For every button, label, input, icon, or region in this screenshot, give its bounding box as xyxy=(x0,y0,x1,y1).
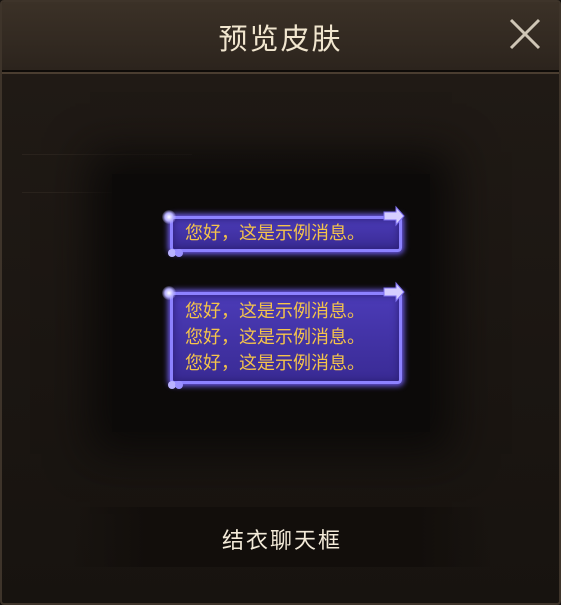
sparkle-icon xyxy=(162,286,176,300)
flower-ornament-icon xyxy=(168,249,183,257)
chat-frame-name-label: 结衣聊天框 xyxy=(221,529,342,554)
background-divider xyxy=(22,154,192,155)
chat-frame-name-button[interactable]: 结衣聊天框 xyxy=(72,507,492,567)
chat-message-line: 您好，这是示例消息。 xyxy=(185,301,365,322)
skin-preview-area: 您好，这是示例消息。 您好，这是示例消息。 您好，这是示例消息。 您好，这是示例… xyxy=(112,174,430,432)
sparkle-icon xyxy=(162,210,176,224)
background-divider xyxy=(22,192,112,193)
chat-message-line: 您好，这是示例消息。 xyxy=(185,353,365,374)
dialog-header: 预览皮肤 xyxy=(2,2,559,72)
chat-bubble-single: 您好，这是示例消息。 xyxy=(170,216,402,252)
preview-skin-dialog: 预览皮肤 您好，这是示例消息。 您好，这是示例消息。 您好，这是示例消息。 您好… xyxy=(0,0,561,605)
chat-message-line: 您好，这是示例消息。 xyxy=(185,327,365,348)
arrow-ornament-icon xyxy=(383,281,405,303)
arrow-ornament-icon xyxy=(383,205,405,227)
flower-ornament-icon xyxy=(168,381,183,389)
dialog-title: 预览皮肤 xyxy=(218,22,343,56)
close-button[interactable] xyxy=(507,16,543,52)
close-icon xyxy=(509,18,541,50)
chat-message-text: 您好，这是示例消息。 xyxy=(185,223,365,244)
chat-bubble-multiline: 您好，这是示例消息。 您好，这是示例消息。 您好，这是示例消息。 xyxy=(170,292,402,384)
